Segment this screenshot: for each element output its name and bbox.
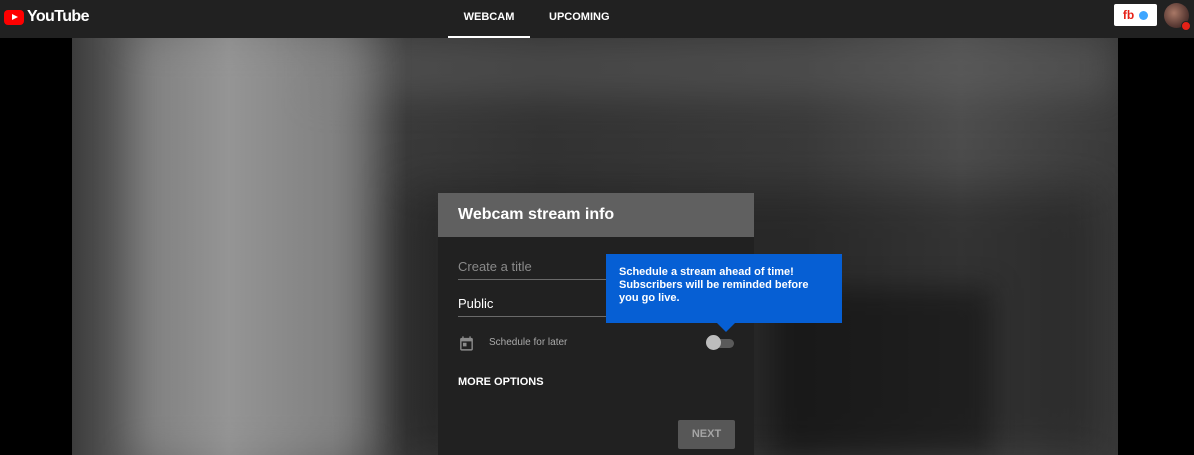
card-title: Webcam stream info xyxy=(438,193,754,237)
tab-upcoming[interactable]: UPCOMING xyxy=(530,0,629,38)
fb-extension-badge[interactable]: fb xyxy=(1114,4,1157,26)
avatar-live-dot-icon xyxy=(1181,21,1191,31)
next-button[interactable]: NEXT xyxy=(678,420,735,449)
schedule-label: Schedule for later xyxy=(489,337,568,348)
youtube-play-icon xyxy=(4,9,24,25)
preview-blur xyxy=(132,38,372,455)
youtube-logo[interactable]: YouTube xyxy=(4,8,89,26)
preview-blur xyxy=(312,38,1112,98)
schedule-tooltip: Schedule a stream ahead of time! Subscri… xyxy=(606,254,842,323)
nav-tabs: WEBCAM UPCOMING xyxy=(448,0,629,38)
tooltip-arrow-icon xyxy=(717,323,735,332)
tab-webcam[interactable]: WEBCAM xyxy=(448,0,530,38)
calendar-icon xyxy=(460,336,473,351)
fb-badge-text: fb xyxy=(1122,8,1135,22)
top-bar: YouTube WEBCAM UPCOMING fb xyxy=(0,0,1194,38)
status-dot-icon xyxy=(1139,10,1149,20)
schedule-row: Schedule for later xyxy=(458,333,738,355)
webcam-stream-info-card: Webcam stream info Create a title Public… xyxy=(438,193,754,455)
more-options-button[interactable]: MORE OPTIONS xyxy=(458,376,544,388)
schedule-toggle-knob[interactable] xyxy=(706,335,721,350)
logo-text: YouTube xyxy=(27,8,89,25)
